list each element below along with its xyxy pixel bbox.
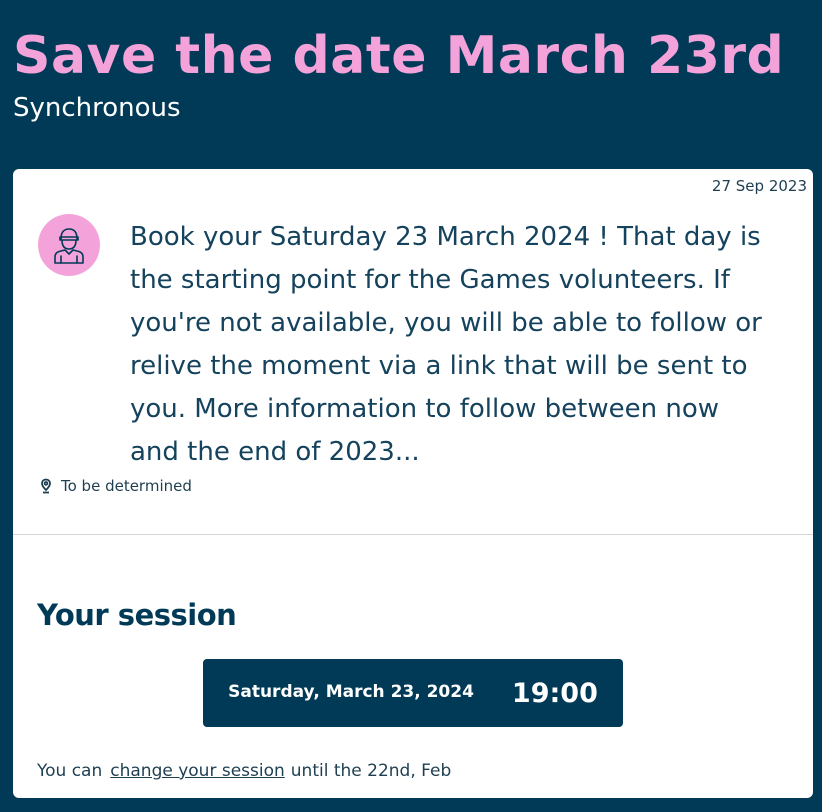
location-text: To be determined [61, 477, 192, 495]
page-subtitle: Synchronous [13, 93, 181, 123]
avatar [38, 214, 100, 276]
post-date: 27 Sep 2023 [711, 177, 807, 195]
session-change-note: You can change your session until the 22nd… [37, 761, 451, 781]
announcement-card: 27 Sep 2023 Book your Saturday 23 March … [13, 169, 813, 798]
note-suffix: until the 22nd, Feb [290, 761, 452, 781]
location-row: To be determined [40, 477, 192, 495]
map-pin-icon [41, 478, 51, 494]
header: Save the date March 23rd Synchronous [0, 0, 822, 170]
session-title: Your session [37, 598, 237, 632]
announcement-message: Book your Saturday 23 March 2024 ! That … [130, 222, 762, 467]
volunteer-icon [54, 228, 84, 264]
change-session-link[interactable]: change your session [110, 761, 285, 781]
divider [13, 534, 813, 535]
session-date: Saturday, March 23, 2024 [228, 682, 474, 702]
session-button[interactable]: Saturday, March 23, 2024 19:00 [203, 659, 623, 727]
session-time: 19:00 [511, 677, 598, 709]
page-title: Save the date March 23rd [13, 26, 785, 86]
note-prefix: You can [37, 761, 103, 781]
